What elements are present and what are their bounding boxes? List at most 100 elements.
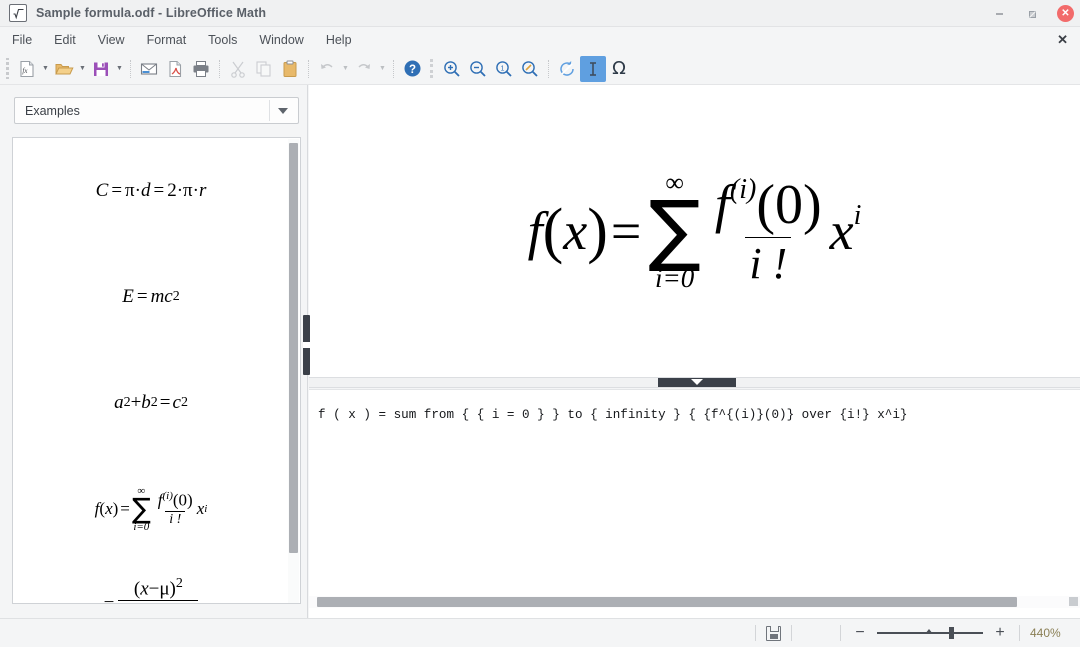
formula-token: E (122, 286, 134, 308)
fraction-denominator: i ! (165, 511, 185, 528)
zoom-slider[interactable] (877, 626, 983, 640)
list-item[interactable]: E = mc 2 (13, 244, 289, 350)
formula-token: ) (587, 196, 608, 267)
examples-scrollbar-thumb[interactable] (289, 143, 298, 553)
formula-token: f (528, 200, 543, 262)
toolbar-separator (393, 60, 394, 78)
formula-token: = (611, 200, 641, 262)
svg-text:1: 1 (501, 65, 505, 72)
formula-token: f (715, 173, 730, 235)
command-scrollbar-thumb[interactable] (317, 597, 1017, 607)
menu-format[interactable]: Format (137, 30, 197, 50)
zoom-out-button[interactable]: − (851, 626, 869, 640)
fraction-group: (x−μ)2 (118, 576, 198, 604)
zoom-100-button[interactable]: 1 (491, 56, 517, 82)
list-item[interactable]: C = π · d = 2 · π · r (13, 138, 289, 244)
export-pdf-button[interactable] (162, 56, 188, 82)
command-editor[interactable]: f ( x ) = sum from { { i = 0 } } to { in… (309, 389, 1080, 618)
formula-token: = (137, 286, 148, 308)
undo-dropdown-icon[interactable]: ▼ (340, 56, 351, 82)
new-document-dropdown-icon[interactable]: ▼ (40, 56, 51, 82)
close-document-icon[interactable]: ✕ (1057, 32, 1068, 48)
examples-dropdown-button[interactable] (269, 100, 296, 121)
print-button[interactable] (188, 56, 214, 82)
zoom-control: − + (851, 626, 1009, 640)
formula-token: 2 (151, 395, 158, 411)
zoom-in-button[interactable] (439, 56, 465, 82)
help-button[interactable]: ? (399, 56, 425, 82)
menu-file[interactable]: File (2, 30, 42, 50)
examples-scrollbar[interactable] (288, 139, 299, 604)
formula-token: π (183, 180, 193, 202)
formula-token: d (141, 180, 151, 202)
toolbar-grip[interactable] (3, 58, 11, 80)
undo-button[interactable] (314, 56, 340, 82)
open-document-button[interactable] (51, 56, 77, 82)
cut-button[interactable] (225, 56, 251, 82)
zoom-level-label[interactable]: 440% (1030, 626, 1070, 640)
paste-button[interactable] (277, 56, 303, 82)
formula-token: x (140, 578, 148, 599)
document-modified-icon[interactable] (766, 626, 781, 641)
status-separator (1019, 625, 1020, 641)
formula-token: + (131, 392, 142, 414)
save-document-dropdown-icon[interactable]: ▼ (114, 56, 125, 82)
status-bar: − + 440% (0, 618, 1080, 647)
menu-edit[interactable]: Edit (44, 30, 86, 50)
toolbar-separator (548, 60, 549, 78)
editor-splitter-handle[interactable] (658, 378, 736, 387)
formula-token: 2 (181, 395, 188, 411)
fraction-group: f (i) (0) i ! (711, 173, 826, 289)
menu-tools[interactable]: Tools (198, 30, 247, 50)
formula-token: 2 (173, 289, 180, 305)
attach-email-button[interactable] (136, 56, 162, 82)
restore-button[interactable] (1023, 4, 1043, 24)
open-document-dropdown-icon[interactable]: ▼ (77, 56, 88, 82)
formula-token: i (204, 503, 207, 515)
refresh-button[interactable] (554, 56, 580, 82)
close-window-button[interactable]: ✕ (1057, 5, 1074, 22)
examples-list[interactable]: C = π · d = 2 · π · r E = mc 2 a (12, 137, 301, 604)
minimize-button[interactable] (989, 4, 1009, 24)
zoom-out-button[interactable] (465, 56, 491, 82)
redo-dropdown-icon[interactable]: ▼ (377, 56, 388, 82)
symbols-omega-button[interactable]: Ω (606, 56, 632, 82)
formula-token: (i) (730, 173, 756, 207)
zoom-fit-page-button[interactable] (517, 56, 543, 82)
zoom-slider-midpoint (925, 629, 933, 634)
formula-preview[interactable]: f ( x ) = ∞ ∑ i=0 f (i) (0) i ! x i (309, 85, 1080, 377)
formula-cursor-button[interactable] (580, 56, 606, 82)
redo-button[interactable] (351, 56, 377, 82)
examples-dropdown-value: Examples (25, 104, 80, 118)
list-item[interactable]: − (x−μ)2 (13, 562, 289, 604)
save-document-button[interactable] (88, 56, 114, 82)
toolbar-separator (130, 60, 131, 78)
new-document-button[interactable]: fx (14, 56, 40, 82)
panel-splitter-handle[interactable] (303, 315, 310, 375)
formula-token: x (197, 499, 205, 519)
chevron-down-icon (691, 379, 703, 385)
formula-token: = (111, 180, 122, 202)
menu-window[interactable]: Window (249, 30, 313, 50)
menu-view[interactable]: View (88, 30, 135, 50)
fraction-group: f(i)(0) i ! (154, 490, 197, 528)
fraction-numerator: f (i) (0) (711, 173, 826, 237)
editor-splitter[interactable] (309, 377, 1080, 388)
command-text[interactable]: f ( x ) = sum from { { i = 0 } } to { in… (318, 408, 1070, 422)
chevron-down-icon (278, 108, 288, 114)
formula-token: ∑ (648, 195, 701, 265)
resize-grip[interactable] (1069, 597, 1078, 606)
list-item[interactable]: a 2 + b 2 = c 2 (13, 350, 289, 456)
zoom-slider-thumb[interactable] (949, 627, 954, 639)
window-controls: ✕ (989, 0, 1074, 27)
formula-token: 2 (124, 395, 131, 411)
command-horizontal-scrollbar[interactable] (309, 596, 1080, 608)
formula-token: = (153, 180, 164, 202)
examples-list-inner: C = π · d = 2 · π · r E = mc 2 a (13, 138, 289, 604)
copy-button[interactable] (251, 56, 277, 82)
list-item[interactable]: f ( x ) = ∞ ∑ i=0 f(i)(0) i ! xi (13, 456, 289, 562)
zoom-in-button[interactable]: + (991, 626, 1009, 640)
menu-help[interactable]: Help (316, 30, 362, 50)
formula-token: 2 (176, 576, 183, 591)
examples-dropdown[interactable]: Examples (14, 97, 299, 124)
